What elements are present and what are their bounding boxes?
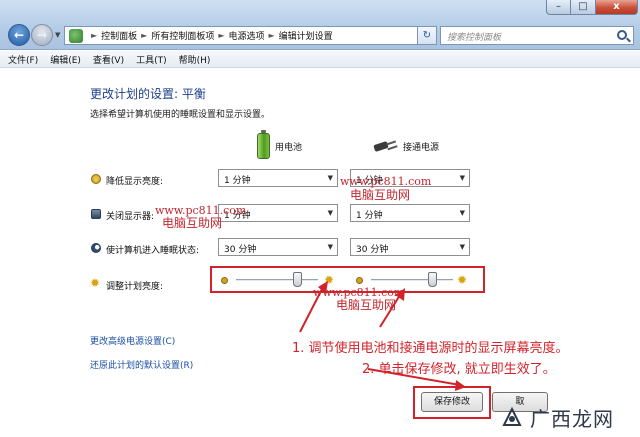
select-value: 1 分钟: [356, 211, 383, 221]
menu-file[interactable]: 文件(F): [8, 53, 38, 66]
column-label-battery: 用电池: [275, 142, 303, 153]
annotation-note-brightness: 1. 调节使用电池和接通电源时的显示屏幕亮度。: [292, 341, 569, 356]
search-placeholder: 搜索控制面板: [447, 33, 502, 43]
main-content: 更改计划的设置: 平衡 选择希望计算机使用的睡眠设置和显示设置。 用电池 接通电…: [0, 69, 640, 437]
chevron-down-icon: ▼: [327, 243, 333, 251]
search-icon[interactable]: [617, 30, 627, 40]
refresh-icon: ↻: [422, 30, 432, 41]
address-bar[interactable]: ► 控制面板 ► 所有控制面板项 ► 电源选项 ► 编辑计划设置 ▼: [64, 26, 434, 45]
maximize-button[interactable]: □: [571, 0, 596, 15]
page-title: 更改计划的设置: 平衡: [90, 87, 206, 101]
battery-icon: [257, 130, 270, 159]
restore-defaults-link[interactable]: 还原此计划的默认设置(R): [90, 358, 193, 371]
search-input[interactable]: 搜索控制面板: [440, 26, 634, 45]
close-button[interactable]: x: [596, 0, 638, 15]
dim-display-battery-select[interactable]: 1 分钟 ▼: [218, 169, 338, 187]
breadcrumb-separator-icon[interactable]: ►: [141, 31, 147, 40]
row-label-brightness: 调整计划亮度:: [106, 282, 164, 292]
chevron-down-icon: ▼: [327, 209, 333, 217]
maximize-icon: □: [578, 1, 588, 12]
breadcrumb-power-options[interactable]: 电源选项: [229, 29, 265, 42]
watermark-cn: 电脑互助网: [350, 188, 411, 202]
sleep-moon-icon: [91, 243, 101, 253]
breadcrumb-control-panel[interactable]: 控制面板: [101, 29, 137, 42]
breadcrumb-separator-icon[interactable]: ►: [218, 31, 224, 40]
select-value: 1 分钟: [224, 176, 251, 186]
select-value: 30 分钟: [224, 245, 257, 255]
watermark-cn: 电脑互助网: [336, 298, 397, 312]
window-titlebar: – □ x ← → ▼ ► 控制面板 ► 所有控制面板项 ► 电源选项 ► 编辑…: [0, 0, 640, 50]
arrow-left-icon: ←: [13, 28, 25, 42]
plug-icon: [374, 140, 398, 152]
arrow-right-icon: →: [36, 28, 48, 42]
breadcrumb-separator-icon[interactable]: ►: [269, 31, 275, 40]
page-subtitle: 选择希望计算机使用的睡眠设置和显示设置。: [90, 110, 271, 120]
back-button[interactable]: ←: [8, 24, 30, 46]
brightness-icon: ✹: [90, 276, 101, 290]
breadcrumb-edit-plan[interactable]: 编辑计划设置: [279, 29, 333, 42]
control-panel-icon: [69, 28, 83, 43]
column-header-power: 接通电源: [374, 131, 439, 161]
row-label-dim-display: 降低显示亮度:: [106, 177, 164, 187]
select-value: 30 分钟: [356, 245, 389, 255]
sleep-power-select[interactable]: 30 分钟 ▼: [350, 238, 470, 256]
sleep-battery-select[interactable]: 30 分钟 ▼: [218, 238, 338, 256]
menu-bar: 文件(F) 编辑(E) 查看(V) 工具(T) 帮助(H): [0, 51, 640, 68]
watermark-cn: 电脑互助网: [162, 216, 223, 230]
menu-tools[interactable]: 工具(T): [136, 53, 167, 66]
annotation-note-save: 2. 单击保存修改, 就立即生效了。: [362, 362, 556, 377]
chevron-down-icon: ▼: [459, 209, 465, 217]
watermark-url: www.pc811.com: [340, 175, 432, 188]
dim-display-icon: [91, 174, 101, 184]
chevron-down-icon: ▼: [327, 174, 333, 182]
column-label-power: 接通电源: [403, 142, 440, 153]
minimize-icon: –: [556, 1, 561, 12]
breadcrumb-all-items[interactable]: 所有控制面板项: [151, 29, 214, 42]
turn-off-display-power-select[interactable]: 1 分钟 ▼: [350, 204, 470, 222]
monitor-icon: [91, 209, 101, 219]
recent-pages-dropdown[interactable]: ▼: [55, 31, 60, 39]
chevron-down-icon: ▼: [459, 174, 465, 182]
annotation-save-highlight: [413, 386, 491, 419]
column-header-battery: 用电池: [257, 130, 303, 161]
chevron-down-icon: ▼: [459, 243, 465, 251]
logo-mark-icon: [502, 406, 522, 426]
breadcrumb-separator-icon[interactable]: ►: [91, 31, 97, 40]
advanced-power-settings-link[interactable]: 更改高级电源设置(C): [90, 334, 175, 347]
menu-help[interactable]: 帮助(H): [179, 53, 211, 66]
menu-view[interactable]: 查看(V): [93, 53, 124, 66]
close-icon: x: [613, 1, 620, 12]
menu-edit[interactable]: 编辑(E): [50, 53, 81, 66]
row-label-turn-off-display: 关闭显示器:: [106, 212, 155, 222]
logo-text: 广西龙网: [530, 407, 614, 431]
forward-button[interactable]: →: [31, 24, 53, 46]
row-label-sleep: 使计算机进入睡眠状态:: [106, 246, 200, 256]
refresh-button[interactable]: ↻: [417, 26, 437, 45]
site-logo: 广西龙网: [500, 401, 640, 437]
minimize-button[interactable]: –: [546, 0, 571, 15]
